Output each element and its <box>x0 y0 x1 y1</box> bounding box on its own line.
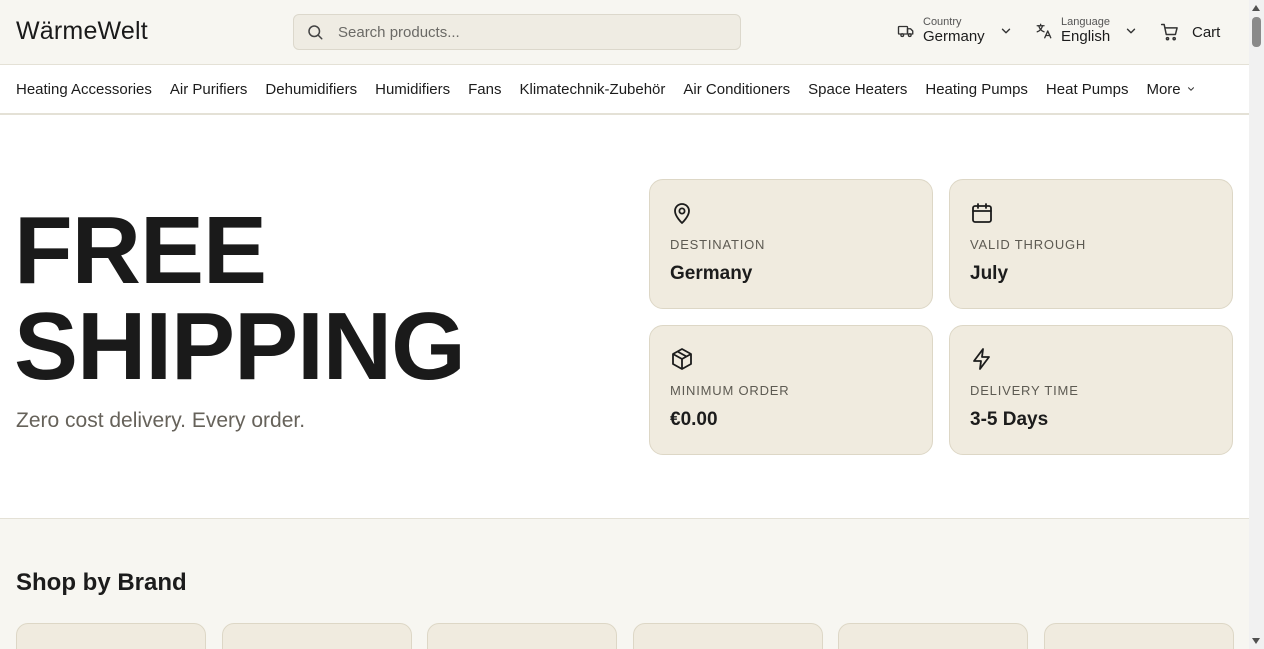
nav-item-humidifiers[interactable]: Humidifiers <box>375 81 450 98</box>
site-header: WärmeWelt Country Germany Language Engli… <box>0 0 1249 65</box>
cart-button[interactable]: Cart <box>1160 22 1220 42</box>
nav-item-dehumidifiers[interactable]: Dehumidifiers <box>265 81 357 98</box>
nav-item-fans[interactable]: Fans <box>468 81 501 98</box>
page: WärmeWelt Country Germany Language Engli… <box>0 0 1249 649</box>
hero-title: FREE SHIPPING <box>14 197 466 400</box>
package-icon <box>672 348 692 370</box>
category-nav: Heating Accessories Air Purifiers Dehumi… <box>0 65 1249 115</box>
card-value: 3-5 Days <box>970 409 1049 430</box>
scrollbar-thumb[interactable] <box>1252 17 1261 47</box>
card-value: €0.00 <box>670 409 718 430</box>
brand-card[interactable] <box>838 623 1028 649</box>
chevron-down-icon <box>1001 28 1010 34</box>
nav-item-air-conditioners[interactable]: Air Conditioners <box>683 81 790 98</box>
card-label: DESTINATION <box>670 237 766 252</box>
search-input[interactable] <box>338 23 718 41</box>
info-card-valid-through: VALID THROUGH July <box>949 179 1233 309</box>
map-pin-icon <box>674 203 690 224</box>
country-value: Germany <box>923 28 985 45</box>
card-label: MINIMUM ORDER <box>670 383 790 398</box>
brand-card[interactable] <box>222 623 412 649</box>
cart-label: Cart <box>1192 23 1221 41</box>
vertical-scrollbar[interactable] <box>1249 0 1264 649</box>
nav-item-heating-accessories[interactable]: Heating Accessories <box>16 81 152 98</box>
scroll-up-arrow-icon[interactable] <box>1252 5 1260 11</box>
truck-icon <box>897 25 914 38</box>
nav-item-space-heaters[interactable]: Space Heaters <box>808 81 907 98</box>
translate-icon <box>1036 23 1052 39</box>
nav-more-button[interactable]: More <box>1146 81 1195 98</box>
info-card-minimum-order: MINIMUM ORDER €0.00 <box>649 325 933 455</box>
language-value: English <box>1061 28 1111 45</box>
nav-item-air-purifiers[interactable]: Air Purifiers <box>170 81 248 98</box>
brand-card[interactable] <box>427 623 617 649</box>
logo[interactable]: WärmeWelt <box>16 17 148 46</box>
country-selector[interactable]: Country Germany <box>897 16 1013 46</box>
brands-heading: Shop by Brand <box>16 569 187 596</box>
scroll-down-arrow-icon[interactable] <box>1252 638 1260 644</box>
hero-section: FREE SHIPPING Zero cost delivery. Every … <box>0 115 1249 519</box>
info-card-delivery-time: DELIVERY TIME 3-5 Days <box>949 325 1233 455</box>
chevron-down-icon <box>1187 87 1194 91</box>
card-label: VALID THROUGH <box>970 237 1087 252</box>
nav-more-label: More <box>1146 80 1181 98</box>
calendar-icon <box>972 203 992 223</box>
card-value: Germany <box>670 263 753 284</box>
hero-title-line-1: FREE <box>14 197 267 304</box>
language-selector[interactable]: Language English <box>1035 16 1138 46</box>
hero-subtitle: Zero cost delivery. Every order. <box>16 409 306 432</box>
search-bar[interactable] <box>293 14 741 50</box>
brand-card[interactable] <box>633 623 823 649</box>
lightning-icon <box>973 348 990 370</box>
search-icon <box>308 25 323 40</box>
card-label: DELIVERY TIME <box>970 383 1079 398</box>
info-card-destination: DESTINATION Germany <box>649 179 933 309</box>
hero-title-line-2: SHIPPING <box>14 293 466 400</box>
brand-card[interactable] <box>16 623 206 649</box>
nav-item-heat-pumps[interactable]: Heat Pumps <box>1046 81 1129 98</box>
chevron-down-icon <box>1127 28 1136 34</box>
nav-item-heating-pumps[interactable]: Heating Pumps <box>925 81 1028 98</box>
nav-item-klimatechnik-zubehor[interactable]: Klimatechnik-Zubehör <box>520 81 666 98</box>
card-value: July <box>970 263 1009 284</box>
cart-icon <box>1160 23 1178 41</box>
brands-section: Shop by Brand <box>0 519 1249 649</box>
country-label: Country <box>923 16 962 28</box>
language-label: Language <box>1061 16 1110 28</box>
brand-card[interactable] <box>1044 623 1234 649</box>
